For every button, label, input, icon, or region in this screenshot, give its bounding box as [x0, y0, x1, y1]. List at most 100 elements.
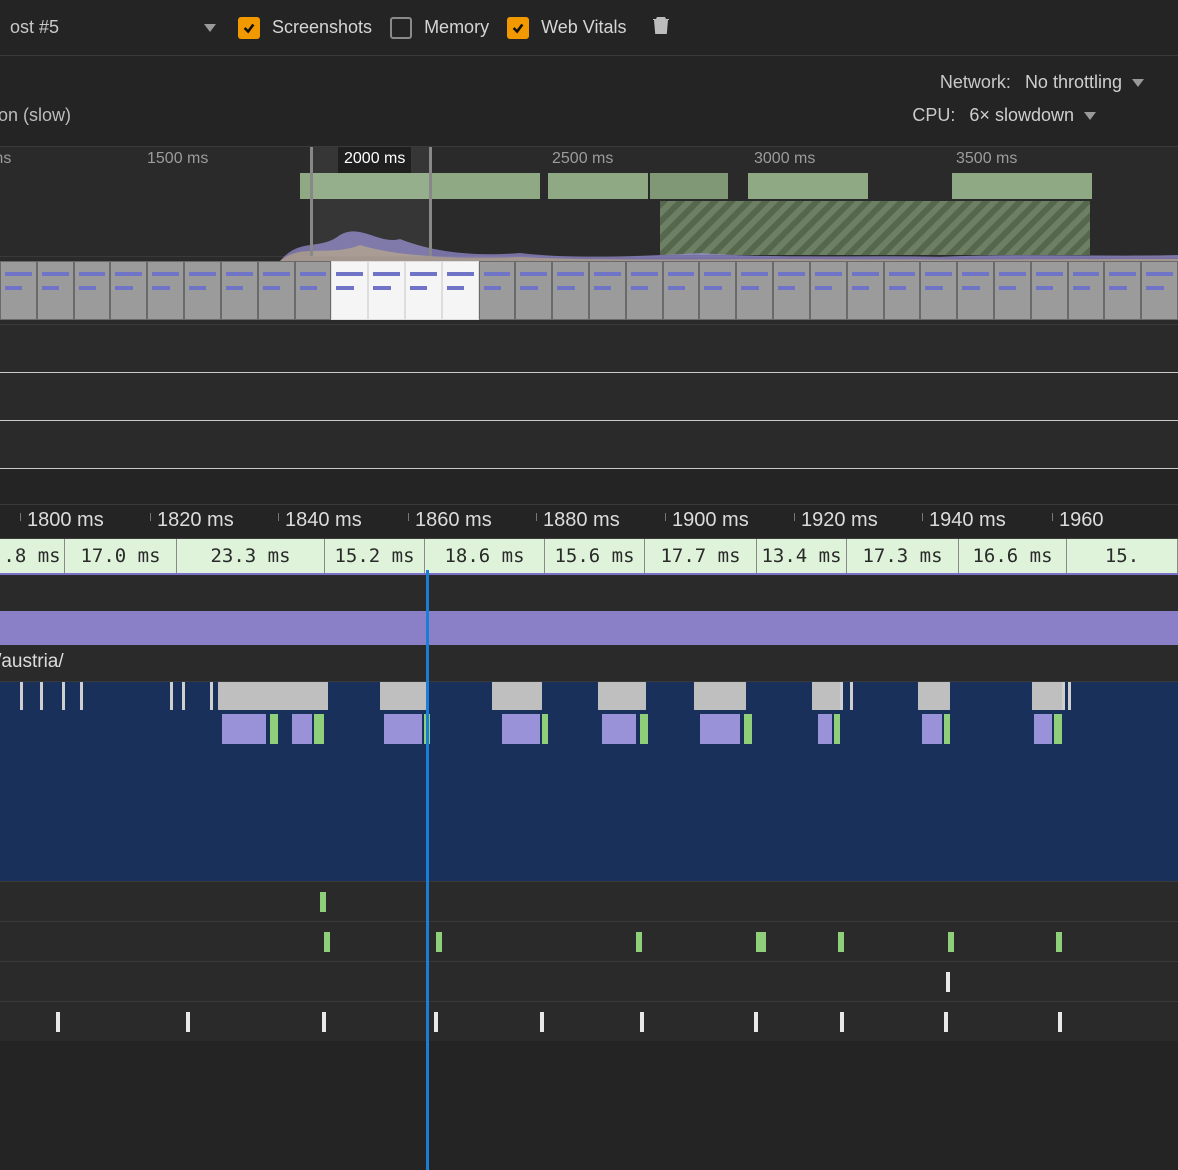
filmstrip-thumb[interactable]	[184, 261, 221, 320]
paint-block[interactable]	[944, 714, 950, 744]
layout-block[interactable]	[384, 714, 422, 744]
webvitals-checkbox[interactable]: Web Vitals	[507, 17, 626, 39]
layout-block[interactable]	[922, 714, 942, 744]
generic-marker[interactable]	[754, 1012, 758, 1032]
generic-marker[interactable]	[540, 1012, 544, 1032]
layout-block[interactable]	[292, 714, 312, 744]
filmstrip-thumb[interactable]	[994, 261, 1031, 320]
frame-segment[interactable]: 17.7 ms	[645, 539, 757, 573]
paint-marker[interactable]	[948, 932, 954, 952]
task-block[interactable]	[598, 682, 646, 710]
paint-marker[interactable]	[320, 892, 326, 912]
overview-timeline[interactable]: ms1500 ms2000 ms2500 ms3000 ms3500 ms 20…	[0, 147, 1178, 257]
main-thread-label[interactable]: ps/austria/	[0, 645, 1178, 681]
filmstrip-thumb[interactable]	[515, 261, 552, 320]
generic-marker[interactable]	[186, 1012, 190, 1032]
filmstrip-thumb[interactable]	[626, 261, 663, 320]
flame-chart[interactable]: Task	[0, 681, 1178, 881]
task-sliver[interactable]	[80, 682, 83, 710]
filmstrip-thumb[interactable]	[368, 261, 405, 320]
task-sliver[interactable]	[170, 682, 173, 710]
paint-block[interactable]	[542, 714, 548, 744]
task-sliver[interactable]	[40, 682, 43, 710]
generic-marker[interactable]	[1058, 1012, 1062, 1032]
paint-marker[interactable]	[324, 932, 330, 952]
paint-marker[interactable]	[760, 932, 766, 952]
filmstrip-thumb[interactable]	[920, 261, 957, 320]
task-block[interactable]	[918, 682, 950, 710]
filmstrip-thumb[interactable]	[74, 261, 111, 320]
layout-block[interactable]	[502, 714, 540, 744]
task-block[interactable]	[492, 682, 542, 710]
task-block[interactable]	[694, 682, 746, 710]
frame-segment[interactable]: 17.0 ms	[65, 539, 177, 573]
screenshots-checkbox[interactable]: Screenshots	[238, 17, 372, 39]
filmstrip-thumb[interactable]	[479, 261, 516, 320]
filmstrip-thumb[interactable]	[847, 261, 884, 320]
paint-block[interactable]	[1054, 714, 1062, 744]
generic-marker[interactable]	[946, 972, 950, 992]
filmstrip-thumb[interactable]	[258, 261, 295, 320]
task-sliver[interactable]	[62, 682, 65, 710]
filmstrip-thumb[interactable]	[295, 261, 332, 320]
paint-marker[interactable]	[1056, 932, 1062, 952]
filmstrip-thumb[interactable]	[1104, 261, 1141, 320]
filmstrip-thumb[interactable]	[0, 261, 37, 320]
paint-marker[interactable]	[436, 932, 442, 952]
task-block[interactable]	[218, 682, 328, 710]
filmstrip-thumb[interactable]	[110, 261, 147, 320]
task-block[interactable]	[380, 682, 428, 710]
memory-checkbox[interactable]: Memory	[390, 17, 489, 39]
filmstrip-thumb[interactable]	[37, 261, 74, 320]
generic-marker[interactable]	[322, 1012, 326, 1032]
profile-select[interactable]: ost #5	[10, 17, 220, 38]
overview-viewport[interactable]	[310, 147, 432, 256]
generic-marker[interactable]	[944, 1012, 948, 1032]
filmstrip-thumb[interactable]	[405, 261, 442, 320]
frame-segment[interactable]: 18.6 ms	[425, 539, 545, 573]
filmstrip-thumb[interactable]	[699, 261, 736, 320]
task-sliver[interactable]	[210, 682, 213, 710]
filmstrip-thumb[interactable]	[442, 261, 479, 320]
filmstrip-thumb[interactable]	[552, 261, 589, 320]
detail-ruler[interactable]: 1800 ms1820 ms1840 ms1860 ms1880 ms1900 …	[0, 505, 1178, 539]
animation-band[interactable]	[0, 611, 1178, 645]
filmstrip-thumb[interactable]	[663, 261, 700, 320]
network-throttle-select[interactable]: Network: No throttling	[940, 72, 1148, 93]
frame-segment[interactable]: 13.4 ms	[757, 539, 847, 573]
paint-block[interactable]	[744, 714, 752, 744]
task-sliver[interactable]	[20, 682, 23, 710]
cpu-throttle-select[interactable]: CPU: 6× slowdown	[912, 105, 1100, 126]
filmstrip-thumb[interactable]	[1068, 261, 1105, 320]
layout-block[interactable]	[818, 714, 832, 744]
generic-marker[interactable]	[434, 1012, 438, 1032]
frame-segment[interactable]: 16.6 ms	[959, 539, 1067, 573]
filmstrip-thumb[interactable]	[221, 261, 258, 320]
screenshot-filmstrip[interactable]	[0, 257, 1178, 325]
frame-segment[interactable]: 15.2 ms	[325, 539, 425, 573]
layout-block[interactable]	[1034, 714, 1052, 744]
generic-marker[interactable]	[56, 1012, 60, 1032]
frame-segment[interactable]: .8 ms	[0, 539, 65, 573]
frames-track[interactable]: .8 ms17.0 ms23.3 ms15.2 ms18.6 ms15.6 ms…	[0, 539, 1178, 575]
filmstrip-thumb[interactable]	[957, 261, 994, 320]
task-block[interactable]	[1032, 682, 1062, 710]
layout-block[interactable]	[222, 714, 266, 744]
filmstrip-thumb[interactable]	[589, 261, 626, 320]
generic-marker[interactable]	[640, 1012, 644, 1032]
task-sliver[interactable]	[850, 682, 853, 710]
filmstrip-thumb[interactable]	[773, 261, 810, 320]
layout-block[interactable]	[602, 714, 636, 744]
frame-segment[interactable]: 23.3 ms	[177, 539, 325, 573]
generic-marker[interactable]	[840, 1012, 844, 1032]
paint-block[interactable]	[640, 714, 648, 744]
task-sliver[interactable]	[1062, 682, 1065, 710]
filmstrip-thumb[interactable]	[810, 261, 847, 320]
paint-marker[interactable]	[838, 932, 844, 952]
frame-segment[interactable]: 15.	[1067, 539, 1178, 573]
playhead[interactable]	[426, 570, 429, 1170]
paint-block[interactable]	[314, 714, 324, 744]
delete-button[interactable]	[644, 15, 678, 41]
paint-marker[interactable]	[636, 932, 642, 952]
layout-block[interactable]	[700, 714, 740, 744]
